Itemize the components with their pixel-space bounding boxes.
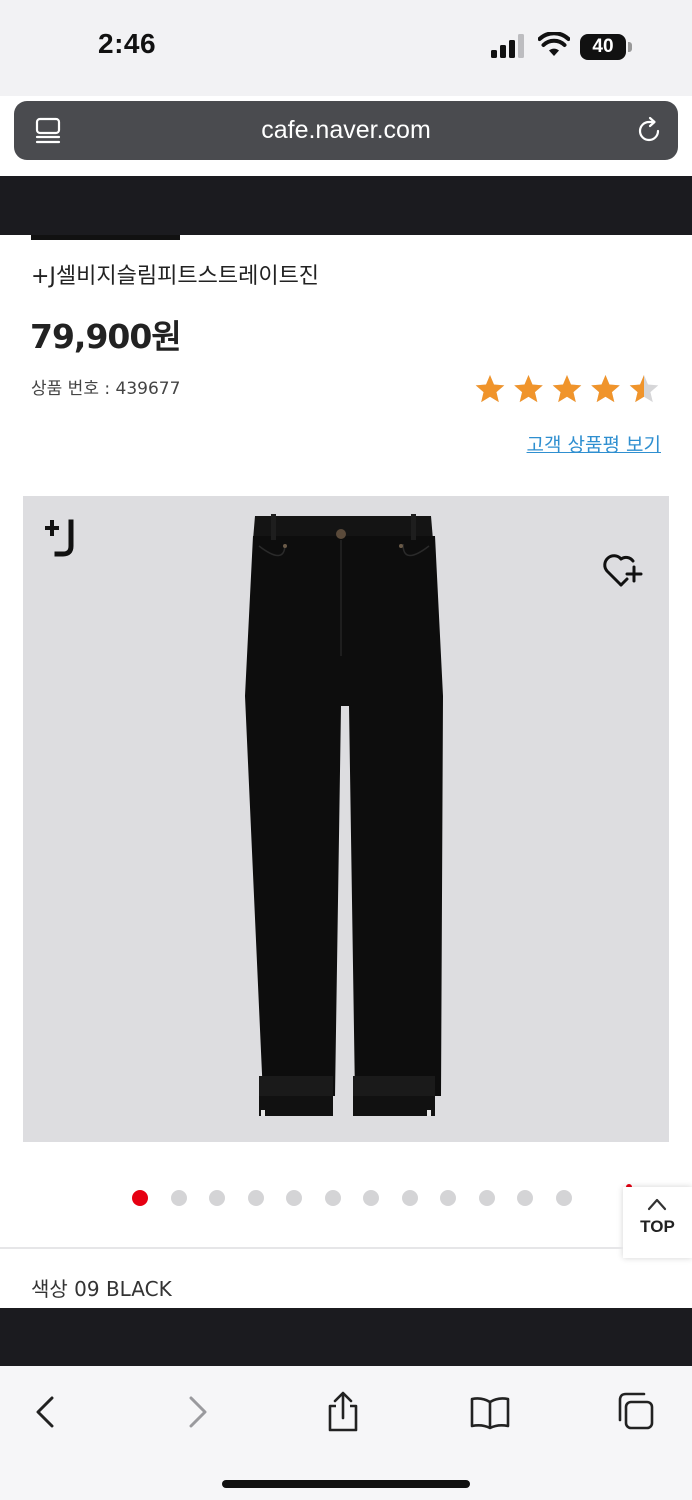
divider: [0, 1247, 623, 1249]
star-3: [552, 375, 582, 403]
url-text[interactable]: cafe.naver.com: [14, 101, 678, 160]
header-band: [0, 176, 692, 235]
pagination-dot-3[interactable]: [209, 1190, 225, 1206]
status-time: 2:46: [98, 28, 157, 59]
address-bar[interactable]: cafe.naver.com: [14, 101, 678, 160]
browser-toolbar: [0, 1366, 692, 1500]
star-2: [514, 375, 543, 403]
chevron-up-icon: [647, 1198, 667, 1211]
pagination-dot-10[interactable]: [478, 1190, 495, 1206]
scroll-top-button[interactable]: TOP: [623, 1187, 692, 1258]
pagination-dot-6[interactable]: [324, 1190, 341, 1206]
pagination-dot-1[interactable]: [132, 1190, 148, 1206]
pagination-dot-7[interactable]: [363, 1190, 379, 1206]
pagination-dot-2[interactable]: [170, 1190, 187, 1206]
heart-plus-icon[interactable]: [601, 549, 645, 591]
pagination-dot-9[interactable]: [440, 1190, 456, 1206]
pagination-dot-11[interactable]: [517, 1190, 533, 1206]
product-name: +J셀비지슬림피트스트레이트진: [31, 264, 320, 289]
battery-level: 40: [580, 34, 626, 60]
pagination-dot-4[interactable]: [247, 1190, 264, 1206]
status-bar: 2:46 40: [0, 0, 692, 96]
bookmarks-icon[interactable]: [468, 1390, 512, 1434]
pagination-dot-8[interactable]: [401, 1190, 418, 1206]
share-icon[interactable]: [321, 1390, 365, 1434]
pagination-dot-5[interactable]: [286, 1190, 302, 1206]
review-link[interactable]: 고객 상품평 보기: [527, 430, 661, 457]
home-indicator: [222, 1480, 470, 1488]
plus-j-logo: [45, 519, 74, 557]
reload-icon[interactable]: [634, 116, 664, 146]
battery-icon: 40: [580, 34, 632, 60]
bottom-band: [0, 1308, 692, 1366]
signal-icon: [491, 34, 524, 58]
star-1: [475, 375, 505, 403]
forward-icon[interactable]: [175, 1390, 219, 1434]
rating-stars: [475, 375, 659, 403]
color-option-label: 색상 09 BLACK: [31, 1277, 172, 1301]
product-price: 79,900원: [30, 317, 182, 356]
back-icon[interactable]: [24, 1390, 68, 1434]
tab-indicator: [31, 235, 180, 240]
product-number: 상품 번호 : 439677: [31, 379, 181, 399]
jeans-image: [245, 514, 443, 1116]
wifi-icon: [538, 32, 570, 56]
product-image[interactable]: [23, 496, 669, 1142]
top-label: TOP: [640, 1217, 675, 1236]
star-4: [591, 375, 620, 403]
tabs-overview-icon[interactable]: [616, 1390, 660, 1434]
pagination-dot-12[interactable]: [555, 1190, 572, 1206]
